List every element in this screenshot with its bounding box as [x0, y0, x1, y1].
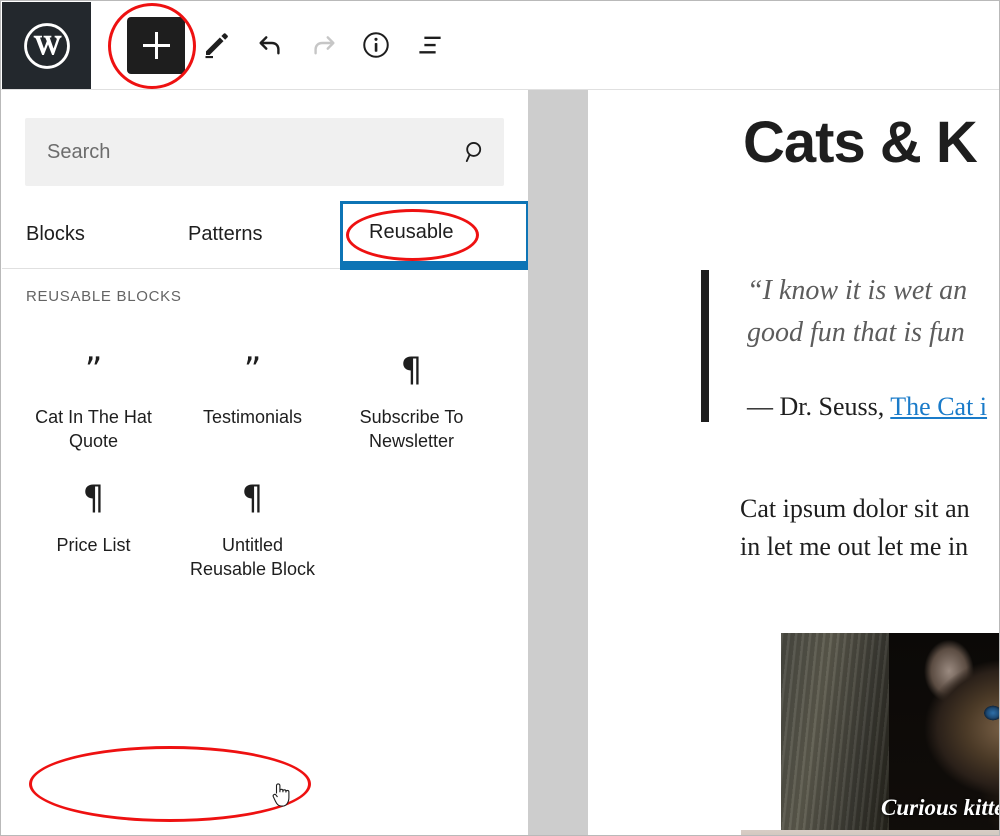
block-item-testimonials[interactable]: ” Testimonials [173, 335, 332, 463]
add-block-button[interactable] [127, 17, 185, 74]
editor-gutter [528, 90, 588, 835]
post-title[interactable]: Cats & K [743, 109, 978, 176]
list-view-icon[interactable] [410, 25, 450, 65]
body-paragraph[interactable]: Cat ipsum dolor sit an in let me out let … [740, 490, 999, 566]
block-item-label: Testimonials [202, 407, 303, 427]
quote-text: “I know it is wet an good fun that is fun [747, 275, 968, 348]
paragraph-icon: ¶ [400, 350, 423, 390]
search-input[interactable] [25, 118, 504, 186]
quote-icon: ” [243, 350, 262, 390]
reusable-blocks-heading: REUSABLE BLOCKS [26, 288, 182, 305]
reusable-blocks-grid: ” Cat In The Hat Quote ” Testimonials ¶ … [14, 335, 514, 591]
quote-citation-link[interactable]: The Cat i [890, 392, 987, 421]
plus-icon-vertical [154, 32, 158, 59]
edit-pencil-icon[interactable] [196, 25, 236, 65]
block-item-price-list[interactable]: ¶ Price List [14, 463, 173, 591]
wordpress-logo-icon [22, 21, 72, 71]
info-icon[interactable] [356, 25, 396, 65]
tab-reusable-label: Reusable [369, 221, 454, 243]
block-item-label: Price List [56, 535, 131, 555]
block-item-cat-in-the-hat-quote[interactable]: ” Cat In The Hat Quote [14, 335, 173, 463]
tab-reusable[interactable]: Reusable [340, 201, 528, 270]
wood-plank-left [781, 633, 889, 835]
block-item-label: Cat In The Hat Quote [35, 407, 152, 451]
tab-patterns[interactable]: Patterns [188, 201, 262, 268]
quote-block[interactable]: “I know it is wet an good fun that is fun… [701, 270, 999, 422]
quote-citation: — Dr. Seuss, The Cat i [747, 392, 999, 422]
kitten-image-figure[interactable]: Curious kitten [781, 633, 999, 835]
quote-icon: ” [84, 350, 103, 390]
tab-blocks[interactable]: Blocks [26, 201, 85, 268]
wordpress-editor-screenshot: Blocks Patterns Reusable REUSABLE BLOCKS… [0, 0, 1000, 836]
tab-patterns-label: Patterns [188, 223, 263, 245]
undo-icon[interactable] [250, 25, 290, 65]
block-item-label: Subscribe To Newsletter [359, 407, 464, 451]
block-item-untitled-reusable-block[interactable]: ¶ Untitled Reusable Block [173, 463, 332, 591]
redo-icon[interactable] [304, 25, 344, 65]
image-caption: Curious kitten [881, 795, 999, 820]
paragraph-icon: ¶ [82, 478, 105, 518]
tab-blocks-label: Blocks [26, 223, 85, 245]
block-item-subscribe-to-newsletter[interactable]: ¶ Subscribe To Newsletter [332, 335, 491, 463]
block-inserter-panel: Blocks Patterns Reusable REUSABLE BLOCKS… [2, 90, 528, 835]
quote-citation-prefix: — Dr. Seuss, [747, 392, 891, 421]
editor-top-toolbar [1, 1, 999, 90]
inserter-tabs: Blocks Patterns Reusable [2, 201, 528, 270]
search-field-wrapper [25, 118, 504, 186]
block-item-label: Untitled Reusable Block [189, 535, 316, 579]
next-image-preview [741, 830, 999, 835]
wordpress-logo-button[interactable] [2, 2, 91, 89]
editor-content-canvas: Cats & K “I know it is wet an good fun th… [588, 90, 999, 835]
paragraph-icon: ¶ [241, 478, 264, 518]
